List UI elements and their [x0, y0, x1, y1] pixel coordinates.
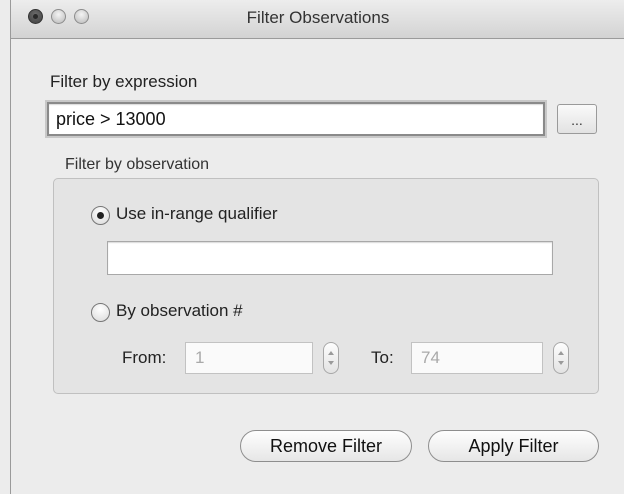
filter-by-observation-label: Filter by observation	[65, 156, 210, 173]
from-label: From:	[122, 348, 167, 367]
apply-filter-button[interactable]: Apply Filter	[428, 430, 599, 462]
radio-selected-dot	[97, 212, 104, 219]
window-title: Filter Observations	[246, 8, 390, 27]
filter-by-expression-label: Filter by expression	[50, 72, 198, 91]
by-observation-radio[interactable]	[91, 303, 110, 322]
filter-by-observation-group: Use in-range qualifier By observation # …	[53, 178, 599, 394]
from-stepper[interactable]	[323, 342, 339, 374]
to-label: To:	[371, 348, 394, 367]
stepper-up-icon[interactable]	[558, 351, 564, 355]
stepper-down-icon[interactable]	[558, 361, 564, 365]
stepper-down-icon[interactable]	[328, 361, 334, 365]
to-input[interactable]: 74	[411, 342, 543, 374]
by-observation-label[interactable]: By observation #	[116, 301, 243, 321]
expression-input[interactable]: price > 13000	[47, 102, 545, 136]
from-input[interactable]: 1	[185, 342, 313, 374]
to-stepper[interactable]	[553, 342, 569, 374]
in-range-input[interactable]	[107, 241, 553, 275]
in-range-radio[interactable]	[91, 206, 110, 225]
expression-builder-button[interactable]: ...	[557, 104, 597, 134]
stepper-up-icon[interactable]	[328, 351, 334, 355]
remove-filter-button[interactable]: Remove Filter	[240, 430, 412, 462]
filter-observations-window: Filter Observations Filter by expression…	[10, 0, 624, 494]
in-range-label[interactable]: Use in-range qualifier	[116, 204, 278, 224]
title-bar[interactable]: Filter Observations	[11, 0, 624, 39]
